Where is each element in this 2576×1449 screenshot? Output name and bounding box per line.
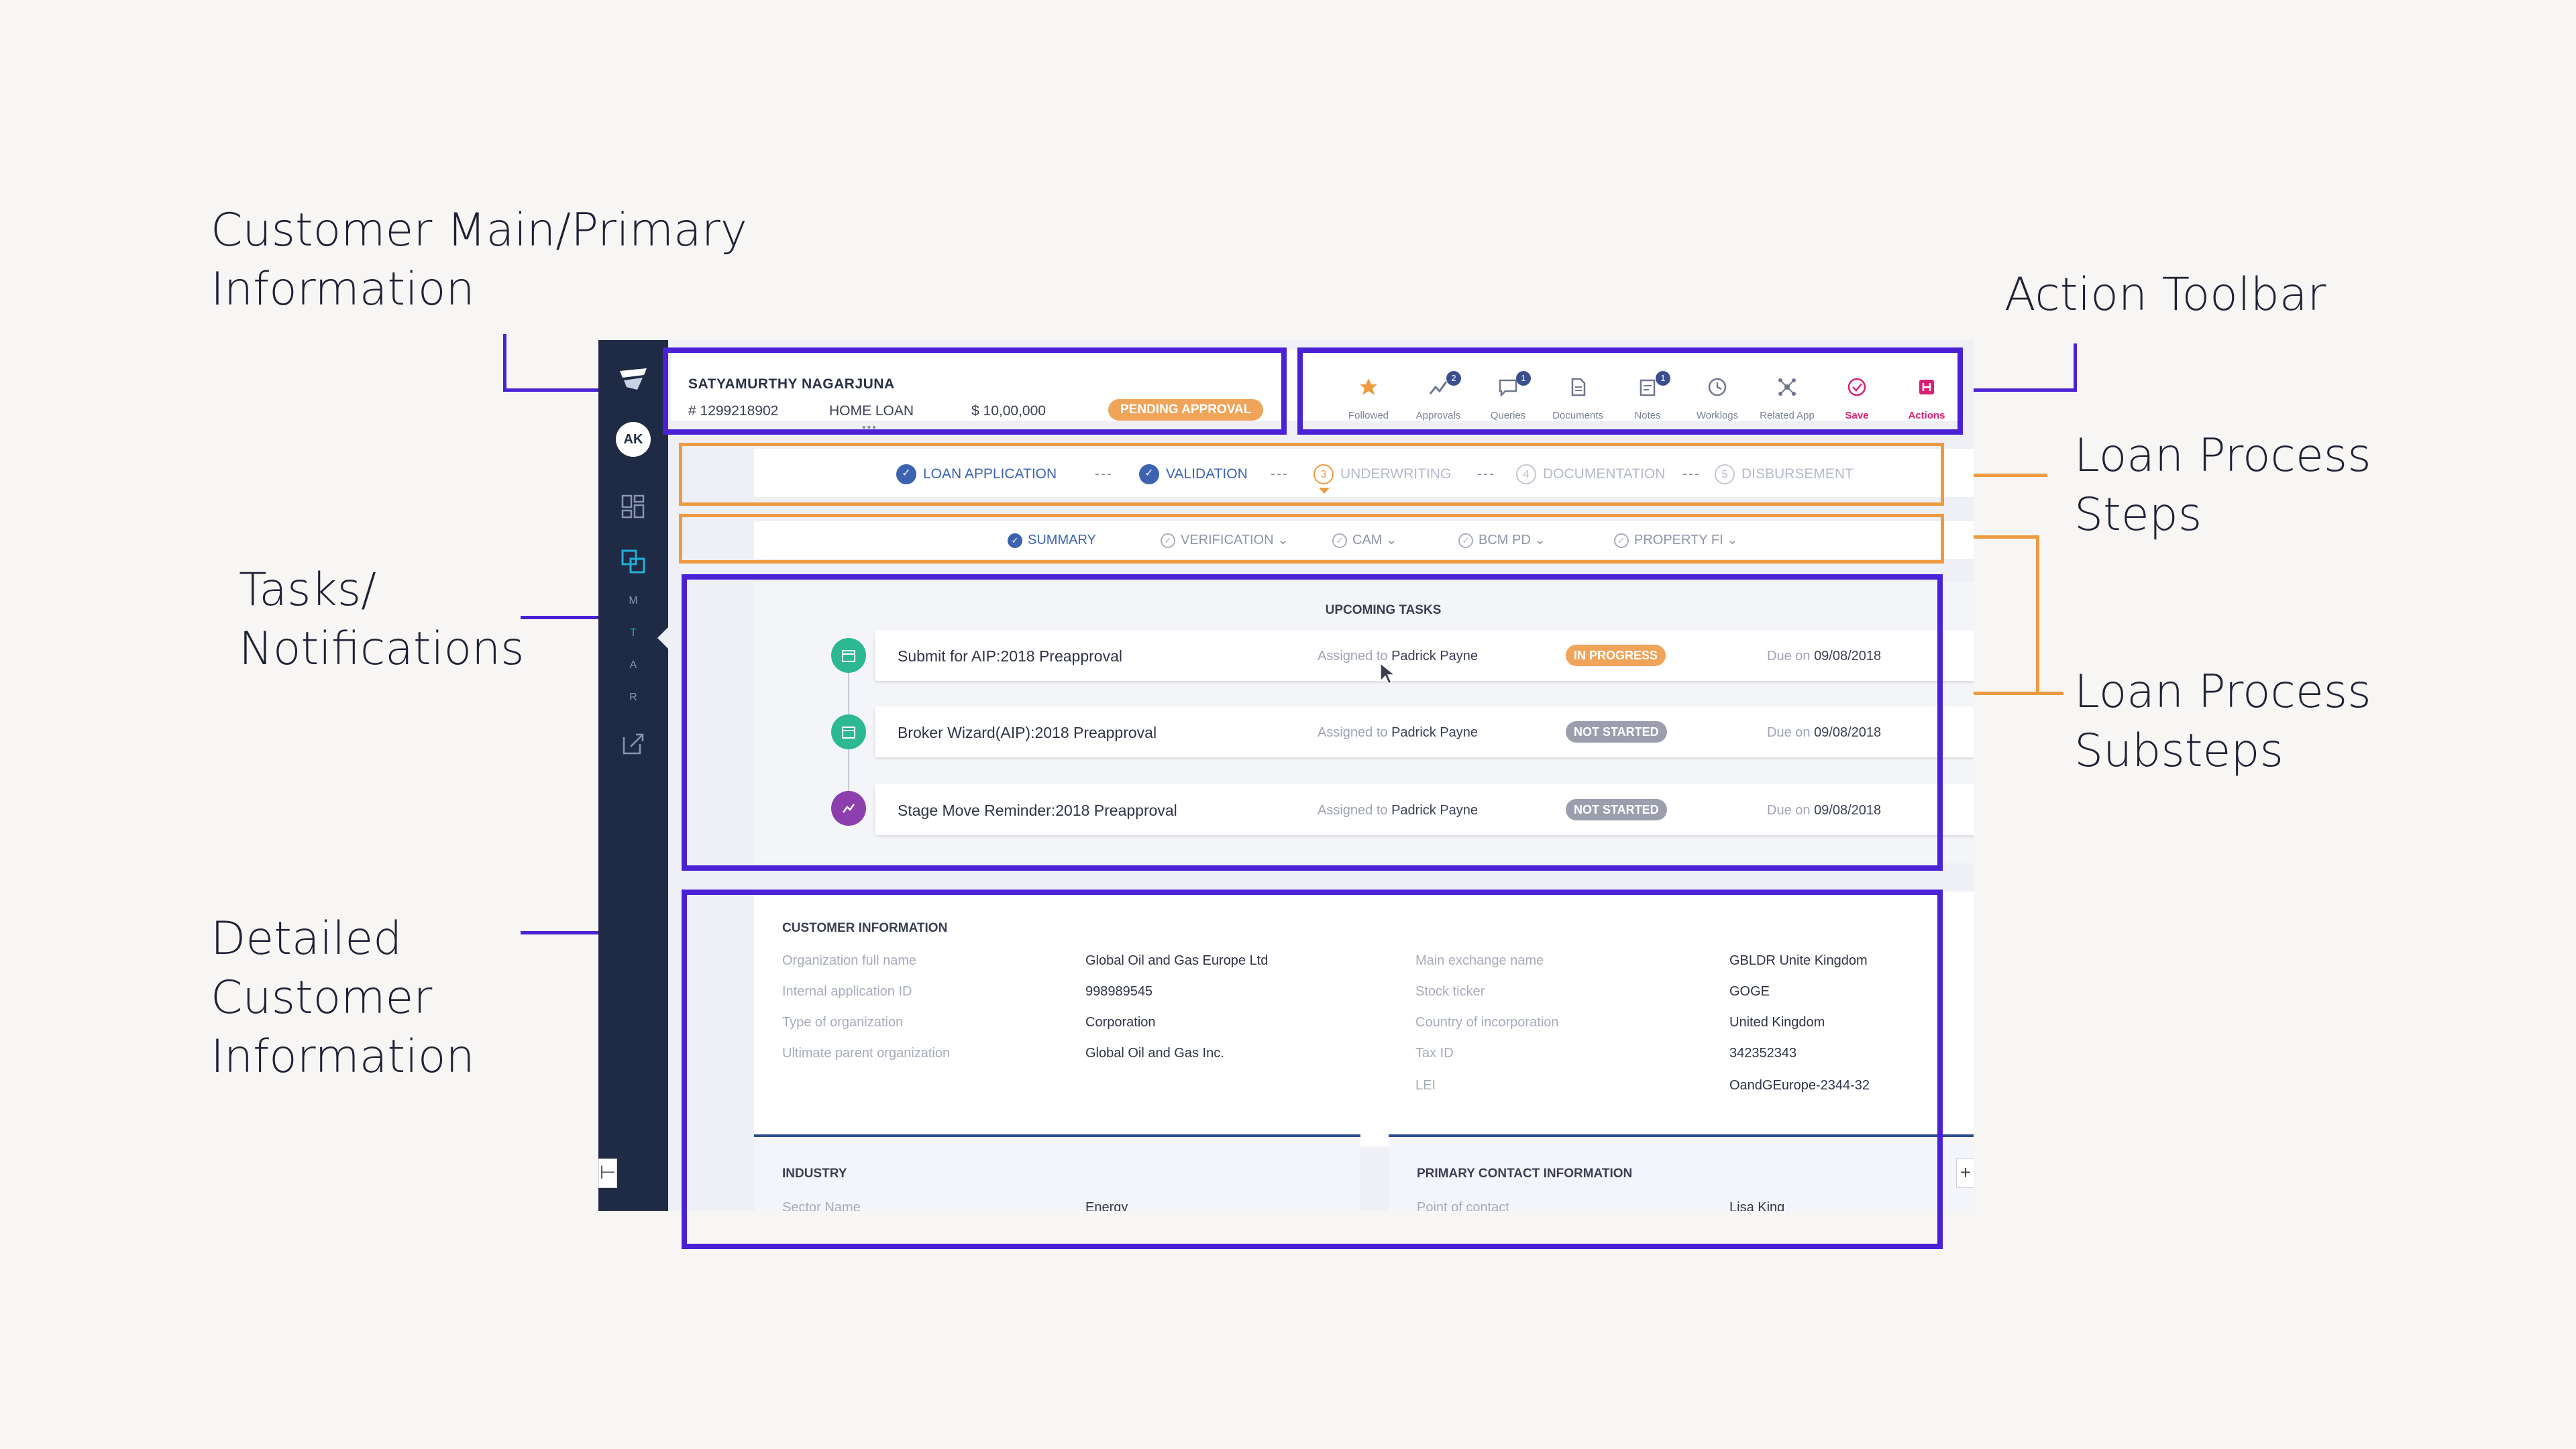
highlight-primary-info <box>663 347 1287 435</box>
annotation-primary-info: Customer Main/Primary Information <box>211 204 747 316</box>
highlight-tasks <box>682 574 1943 871</box>
sidebar-notch <box>657 627 668 649</box>
sidebar-letter-r[interactable]: R <box>598 692 668 704</box>
sidebar: AK M T A R <box>598 340 668 1211</box>
annotation-action-toolbar: Action Toolbar <box>2004 268 2326 321</box>
sidebar-letter-a[interactable]: A <box>598 659 668 672</box>
highlight-process-steps <box>679 443 1944 506</box>
highlight-process-substeps <box>679 514 1944 564</box>
expand-right-button[interactable]: + <box>1956 1159 1974 1188</box>
leader-action-toolbar <box>1966 343 2077 392</box>
expand-left-button[interactable]: ⊢ <box>598 1159 617 1188</box>
annotation-process-substeps: Loan Process Substeps <box>2074 665 2371 777</box>
annotation-tasks: Tasks/ Notifications <box>239 564 525 676</box>
applications-icon[interactable] <box>619 547 648 576</box>
dashboard-icon[interactable] <box>619 492 648 521</box>
external-link-icon[interactable] <box>619 729 648 759</box>
annotation-detailed-info: Detailed Customer Information <box>211 912 475 1083</box>
annotation-process-steps: Loan Process Steps <box>2074 429 2371 541</box>
avatar[interactable]: AK <box>616 422 651 457</box>
leader-process-substeps-end <box>2039 692 2063 695</box>
sidebar-letter-m[interactable]: M <box>598 595 668 607</box>
highlight-action-toolbar <box>1297 347 1963 435</box>
highlight-detailed-info <box>682 890 1943 1249</box>
logo-icon <box>620 368 647 390</box>
